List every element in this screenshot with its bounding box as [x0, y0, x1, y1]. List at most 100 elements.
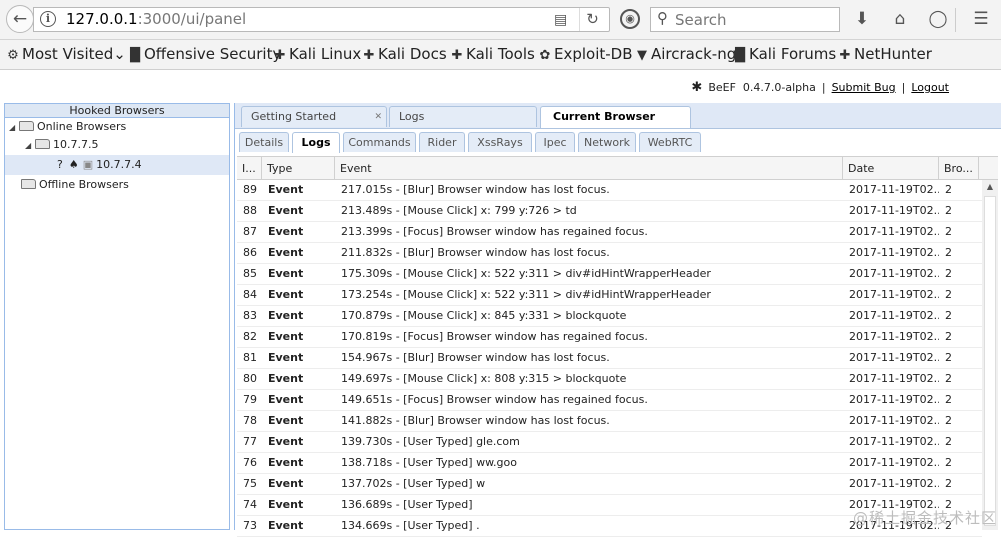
tree-online-browsers[interactable]: ◢Online Browsers: [9, 118, 126, 136]
close-icon[interactable]: ✕: [374, 107, 382, 127]
bug-icon: ✿: [538, 48, 552, 63]
table-row[interactable]: 83Event170.879s - [Mouse Click] x: 845 y…: [237, 306, 982, 327]
cell-id: 85: [237, 264, 262, 284]
bookmark-kali-linux[interactable]: ✚Kali Linux: [273, 45, 361, 63]
info-icon[interactable]: i: [40, 11, 56, 27]
bookmarks-bar: ⚙Most Visited⌄ █Offensive Security ✚Kali…: [0, 40, 1001, 70]
cell-date: 2017-11-19T02...: [843, 411, 939, 431]
cell-id: 77: [237, 432, 262, 452]
reader-view-icon[interactable]: ▤: [554, 12, 567, 28]
cell-id: 79: [237, 390, 262, 410]
tab-ipec[interactable]: Ipec: [535, 132, 575, 152]
expand-arrow-icon[interactable]: ◢: [9, 119, 19, 137]
submit-bug-link[interactable]: Submit Bug: [832, 81, 896, 94]
tab-xssrays[interactable]: XssRays: [468, 132, 532, 152]
pocket-icon[interactable]: ◉: [620, 9, 640, 29]
tab-label: WebRTC: [648, 136, 693, 149]
reload-icon[interactable]: ↻: [579, 8, 605, 31]
tab-label: Current Browser: [553, 110, 655, 123]
table-row[interactable]: 88Event213.489s - [Mouse Click] x: 799 y…: [237, 201, 982, 222]
tab-label: Details: [245, 136, 283, 149]
scrollbar-thumb[interactable]: [984, 196, 996, 526]
bookmark-aircrack-ng[interactable]: ▼Aircrack-ng: [635, 45, 736, 63]
table-row[interactable]: 82Event170.819s - [Focus] Browser window…: [237, 327, 982, 348]
toolbar-divider: [955, 8, 956, 32]
tree-offline-browsers[interactable]: Offline Browsers: [21, 176, 129, 194]
expand-arrow-icon[interactable]: ◢: [25, 137, 35, 155]
product-name: BeEF: [708, 81, 736, 94]
bookmark-nethunter[interactable]: ✚NetHunter: [838, 45, 932, 63]
cell-type: Event: [262, 348, 335, 368]
cell-event: 170.879s - [Mouse Click] x: 845 y:331 > …: [335, 306, 843, 326]
cell-event: 138.718s - [User Typed] ww.goo: [335, 453, 843, 473]
bookmark-kali-tools[interactable]: ✚Kali Tools: [450, 45, 535, 63]
table-row[interactable]: 85Event175.309s - [Mouse Click] x: 522 y…: [237, 264, 982, 285]
pocket-save-icon[interactable]: ◯: [926, 8, 950, 32]
tree-hooked-host[interactable]: ?♠▣10.7.7.4: [57, 156, 142, 174]
bookmark-label: Kali Forums: [749, 45, 836, 63]
beef-info: ✱BeEF 0.4.7.0-alpha|Submit Bug|Logout: [691, 80, 949, 95]
cell-id: 80: [237, 369, 262, 389]
cell-event: 139.730s - [User Typed] gle.com: [335, 432, 843, 452]
cell-event: 217.015s - [Blur] Browser window has los…: [335, 180, 843, 200]
bookmark-offensive-security[interactable]: █Offensive Security: [128, 45, 281, 63]
tab-getting-started[interactable]: Getting Started✕: [241, 106, 387, 127]
table-row[interactable]: 89Event217.015s - [Blur] Browser window …: [237, 180, 982, 201]
tab-browser-logs[interactable]: Logs: [292, 132, 340, 153]
cell-type: Event: [262, 369, 335, 389]
cell-date: 2017-11-19T02...: [843, 369, 939, 389]
bookmark-label: Kali Linux: [289, 45, 361, 63]
tab-logs[interactable]: Logs: [389, 106, 537, 127]
cell-browser: 2: [939, 453, 979, 473]
product-version: 0.4.7.0-alpha: [743, 81, 816, 94]
scroll-up-arrow-icon[interactable]: ▲: [982, 180, 998, 194]
tree-ip-group[interactable]: ◢10.7.7.5: [25, 136, 98, 154]
url-text[interactable]: 127.0.0.1:3000/ui/panel: [66, 10, 246, 28]
cell-id: 82: [237, 327, 262, 347]
back-arrow-icon[interactable]: ←: [6, 5, 34, 33]
offsec-icon: █: [733, 48, 747, 63]
url-bar[interactable]: i 127.0.0.1:3000/ui/panel ▤ ↻: [33, 7, 610, 32]
table-row[interactable]: 81Event154.967s - [Blur] Browser window …: [237, 348, 982, 369]
column-header-event[interactable]: Event: [335, 157, 843, 180]
logout-link[interactable]: Logout: [911, 81, 949, 94]
home-icon[interactable]: ⌂: [888, 8, 912, 32]
table-row[interactable]: 75Event137.702s - [User Typed] w2017-11-…: [237, 474, 982, 495]
bookmark-label: Offensive Security: [144, 45, 281, 63]
table-row[interactable]: 77Event139.730s - [User Typed] gle.com20…: [237, 432, 982, 453]
download-icon[interactable]: ⬇: [850, 8, 874, 32]
watermark: @稀土掘金技术社区: [853, 507, 997, 528]
column-header-browser[interactable]: Bro...: [939, 157, 979, 180]
tab-current-browser[interactable]: Current Browser: [540, 106, 691, 128]
tab-webrtc[interactable]: WebRTC: [639, 132, 701, 152]
folder-icon: [19, 121, 34, 131]
menu-icon[interactable]: ☰: [969, 8, 993, 32]
cell-date: 2017-11-19T02...: [843, 474, 939, 494]
tab-commands[interactable]: Commands: [343, 132, 416, 152]
bookmark-kali-docs[interactable]: ✚Kali Docs: [362, 45, 447, 63]
table-row[interactable]: 79Event149.651s - [Focus] Browser window…: [237, 390, 982, 411]
table-row[interactable]: 84Event173.254s - [Mouse Click] x: 522 y…: [237, 285, 982, 306]
cell-type: Event: [262, 327, 335, 347]
cell-date: 2017-11-19T02...: [843, 264, 939, 284]
cell-browser: 2: [939, 243, 979, 263]
column-header-id[interactable]: I...: [237, 157, 262, 180]
bookmark-exploit-db[interactable]: ✿Exploit-DB: [538, 45, 633, 63]
table-row[interactable]: 87Event213.399s - [Focus] Browser window…: [237, 222, 982, 243]
bookmark-kali-forums[interactable]: █Kali Forums: [733, 45, 836, 63]
tab-network[interactable]: Network: [578, 132, 636, 152]
table-row[interactable]: 78Event141.882s - [Blur] Browser window …: [237, 411, 982, 432]
cell-browser: 2: [939, 306, 979, 326]
table-row[interactable]: 86Event211.832s - [Blur] Browser window …: [237, 243, 982, 264]
table-row[interactable]: 80Event149.697s - [Mouse Click] x: 808 y…: [237, 369, 982, 390]
tab-details[interactable]: Details: [239, 132, 289, 152]
cell-browser: 2: [939, 390, 979, 410]
table-row[interactable]: 76Event138.718s - [User Typed] ww.goo201…: [237, 453, 982, 474]
tab-rider[interactable]: Rider: [419, 132, 465, 152]
column-header-date[interactable]: Date: [843, 157, 939, 180]
cell-event: 170.819s - [Focus] Browser window has re…: [335, 327, 843, 347]
search-input[interactable]: ⚲ Search: [650, 7, 840, 32]
bookmark-most-visited[interactable]: ⚙Most Visited⌄: [6, 45, 126, 63]
vertical-scrollbar[interactable]: ▲: [982, 180, 998, 530]
column-header-type[interactable]: Type: [262, 157, 335, 180]
